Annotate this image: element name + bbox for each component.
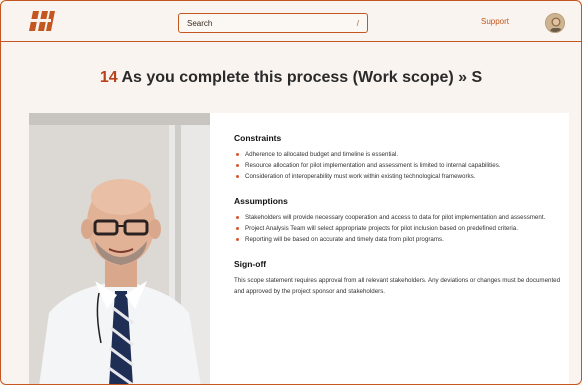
list-item: Resource allocation for pilot implementa… bbox=[234, 160, 564, 171]
constraints-list: Adherence to allocated budget and timeli… bbox=[234, 149, 564, 182]
presenter-photo bbox=[29, 113, 210, 384]
page-title: 14 As you complete this process (Work sc… bbox=[1, 69, 581, 87]
constraints-section: Constraints Adherence to allocated budge… bbox=[234, 133, 564, 182]
header-divider bbox=[1, 41, 581, 42]
search-shortcut-hint: / bbox=[356, 18, 359, 28]
scope-content: Constraints Adherence to allocated budge… bbox=[234, 133, 564, 311]
search-input[interactable]: Search / bbox=[178, 13, 368, 33]
user-avatar[interactable] bbox=[545, 13, 565, 33]
list-item: Adherence to allocated budget and timeli… bbox=[234, 149, 564, 160]
content-card: Constraints Adherence to allocated budge… bbox=[29, 113, 569, 384]
signoff-text: This scope statement requires approval f… bbox=[234, 277, 561, 295]
signoff-section: Sign-off This scope statement requires a… bbox=[234, 259, 564, 297]
constraints-heading: Constraints bbox=[234, 133, 282, 143]
list-item: Stakeholders will provide necessary coop… bbox=[234, 212, 564, 223]
top-bar: Search / Support bbox=[1, 1, 581, 41]
list-item: Consideration of interoperability must w… bbox=[234, 171, 564, 182]
assumptions-heading: Assumptions bbox=[234, 196, 288, 206]
list-item: Project Analysis Team will select approp… bbox=[234, 223, 564, 234]
search-placeholder: Search bbox=[187, 18, 213, 28]
support-link[interactable]: Support bbox=[481, 17, 509, 26]
avatar-image bbox=[546, 14, 564, 32]
app-window: Search / Support 14 As you complete this… bbox=[0, 0, 582, 385]
page-title-text: As you complete this process (Work scope… bbox=[121, 69, 483, 86]
signoff-heading: Sign-off bbox=[234, 259, 267, 269]
page-title-number: 14 bbox=[99, 69, 118, 86]
brand-logo-icon[interactable] bbox=[29, 11, 55, 31]
assumptions-section: Assumptions Stakeholders will provide ne… bbox=[234, 196, 564, 245]
assumptions-list: Stakeholders will provide necessary coop… bbox=[234, 212, 564, 245]
list-item: Reporting will be based on accurate and … bbox=[234, 234, 564, 245]
